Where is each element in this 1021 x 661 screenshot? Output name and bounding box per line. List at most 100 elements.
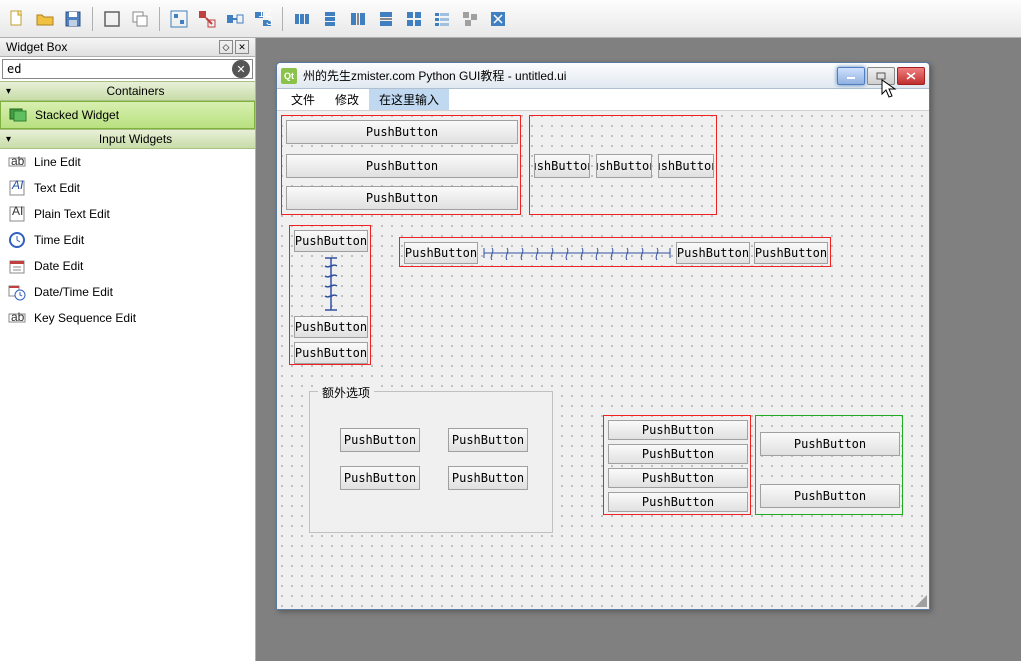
designer-canvas: Qt 州的先生zmister.com Python GUI教程 - untitl… bbox=[256, 38, 1021, 661]
push-button[interactable]: PushButton bbox=[760, 432, 900, 456]
time-icon bbox=[8, 231, 26, 249]
push-button[interactable]: PushButton bbox=[286, 154, 518, 178]
widget-box-title: Widget Box ◇ ✕ bbox=[0, 38, 255, 57]
menubar: 文件 修改 在这里输入 bbox=[277, 89, 929, 111]
widget-item-label: Time Edit bbox=[34, 233, 84, 247]
push-button[interactable]: PushButton bbox=[448, 428, 528, 452]
push-button[interactable]: PushButton bbox=[404, 242, 478, 264]
widget-box-panel: Widget Box ◇ ✕ ✕ ▾ Containers Stacked Widg… bbox=[0, 38, 256, 661]
svg-text:AI: AI bbox=[12, 205, 23, 218]
push-button[interactable]: PushButton bbox=[760, 484, 900, 508]
vertical-spacer[interactable] bbox=[322, 256, 340, 312]
break-layout-button[interactable] bbox=[457, 6, 483, 32]
group-box[interactable]: 额外选项 PushButton PushButton PushButton Pu… bbox=[309, 391, 553, 533]
window-titlebar: Qt 州的先生zmister.com Python GUI教程 - untitl… bbox=[277, 63, 929, 89]
push-button[interactable]: PushButton bbox=[294, 342, 368, 364]
widget-item-label: Stacked Widget bbox=[35, 108, 119, 122]
date-icon bbox=[8, 257, 26, 275]
push-button[interactable]: PushButton bbox=[294, 316, 368, 338]
clear-search-icon[interactable]: ✕ bbox=[232, 60, 250, 78]
push-button[interactable]: PushButton bbox=[448, 466, 528, 490]
groupbox-title: 额外选项 bbox=[318, 384, 374, 401]
hlayout-middle[interactable]: PushButton PushButton PushButton bbox=[399, 237, 831, 267]
push-button[interactable]: ushButton bbox=[596, 154, 652, 178]
vlayout-top-left[interactable]: PushButton PushButton PushButton bbox=[281, 115, 521, 215]
push-button[interactable]: PushButton bbox=[608, 468, 748, 488]
push-button[interactable]: PushButton bbox=[676, 242, 750, 264]
vlayout-bottom-right[interactable]: PushButton PushButton PushButton PushBut… bbox=[603, 415, 751, 515]
adjust-size-button[interactable] bbox=[485, 6, 511, 32]
widget-item-lineedit[interactable]: ab Line Edit bbox=[0, 149, 255, 175]
dock-float-button[interactable]: ◇ bbox=[219, 40, 233, 54]
widget-item-label: Key Sequence Edit bbox=[34, 311, 136, 325]
svg-text:ab: ab bbox=[11, 154, 25, 168]
push-button[interactable]: PushButton bbox=[608, 420, 748, 440]
widget-item-datetime[interactable]: Date/Time Edit bbox=[0, 279, 255, 305]
category-label: Containers bbox=[22, 84, 249, 98]
menu-file[interactable]: 文件 bbox=[281, 89, 325, 110]
push-button[interactable]: PushButton bbox=[294, 230, 368, 252]
new-file-button[interactable] bbox=[4, 6, 30, 32]
open-file-button[interactable] bbox=[32, 6, 58, 32]
qt-app-icon: Qt bbox=[281, 68, 297, 84]
save-button[interactable] bbox=[60, 6, 86, 32]
push-button[interactable]: PushButton bbox=[608, 444, 748, 464]
window-maximize-button[interactable] bbox=[867, 67, 895, 85]
layout-horiz-splitter-button[interactable] bbox=[345, 6, 371, 32]
widget-item-label: Plain Text Edit bbox=[34, 207, 110, 221]
edit-widgets-button[interactable] bbox=[166, 6, 192, 32]
push-button[interactable]: PushButton bbox=[286, 186, 518, 210]
horizontal-spacer[interactable] bbox=[482, 244, 672, 262]
resize-grip-icon[interactable] bbox=[913, 593, 927, 607]
lineedit-icon: ab bbox=[8, 153, 26, 171]
widget-item-label: Text Edit bbox=[34, 181, 80, 195]
keyseq-icon: ab bbox=[8, 309, 26, 327]
fullscreen-button[interactable] bbox=[99, 6, 125, 32]
category-label: Input Widgets bbox=[22, 132, 249, 146]
push-button[interactable]: PushButton bbox=[286, 120, 518, 144]
layout-vert-splitter-button[interactable] bbox=[373, 6, 399, 32]
edit-tab-order-button[interactable]: 123 bbox=[250, 6, 276, 32]
push-button[interactable]: PushButton bbox=[340, 428, 420, 452]
svg-text:AI: AI bbox=[11, 179, 24, 192]
layout-grid-button[interactable] bbox=[401, 6, 427, 32]
push-button[interactable]: ushButton bbox=[658, 154, 714, 178]
edit-buddies-button[interactable] bbox=[222, 6, 248, 32]
push-button[interactable]: PushButton bbox=[340, 466, 420, 490]
widget-item-label: Line Edit bbox=[34, 155, 81, 169]
layout-form-button[interactable] bbox=[429, 6, 455, 32]
widget-item-stacked[interactable]: Stacked Widget bbox=[0, 101, 255, 129]
menu-edit[interactable]: 修改 bbox=[325, 89, 369, 110]
push-button[interactable]: PushButton bbox=[754, 242, 828, 264]
form-body[interactable]: PushButton PushButton PushButton ushButt… bbox=[277, 111, 929, 609]
menu-type-here[interactable]: 在这里输入 bbox=[369, 89, 449, 110]
widget-category-header[interactable]: ▾ Input Widgets bbox=[0, 129, 255, 149]
widget-item-time[interactable]: Time Edit bbox=[0, 227, 255, 253]
copy-button[interactable] bbox=[127, 6, 153, 32]
window-close-button[interactable] bbox=[897, 67, 925, 85]
widget-category-header[interactable]: ▾ Containers bbox=[0, 81, 255, 101]
widget-item-date[interactable]: Date Edit bbox=[0, 253, 255, 279]
push-button[interactable]: ushButton bbox=[534, 154, 590, 178]
svg-text:3: 3 bbox=[266, 14, 273, 28]
formlayout-bottom-right[interactable]: PushButton PushButton bbox=[755, 415, 903, 515]
widget-item-plaintext[interactable]: AI Plain Text Edit bbox=[0, 201, 255, 227]
dock-close-button[interactable]: ✕ bbox=[235, 40, 249, 54]
layout-vert-button[interactable] bbox=[317, 6, 343, 32]
chevron-down-icon: ▾ bbox=[6, 86, 18, 97]
widget-box-title-label: Widget Box bbox=[6, 40, 217, 54]
main-toolbar: 123 bbox=[0, 0, 1021, 38]
widget-search: ✕ bbox=[2, 59, 253, 79]
push-button[interactable]: PushButton bbox=[608, 492, 748, 512]
widget-search-input[interactable] bbox=[3, 60, 232, 78]
window-minimize-button[interactable] bbox=[837, 67, 865, 85]
widget-item-label: Date Edit bbox=[34, 259, 83, 273]
edit-signals-button[interactable] bbox=[194, 6, 220, 32]
chevron-down-icon: ▾ bbox=[6, 134, 18, 145]
widget-item-textedit[interactable]: AI Text Edit bbox=[0, 175, 255, 201]
layout-horiz-button[interactable] bbox=[289, 6, 315, 32]
form-window: Qt 州的先生zmister.com Python GUI教程 - untitl… bbox=[276, 62, 930, 610]
widget-item-keyseq[interactable]: ab Key Sequence Edit bbox=[0, 305, 255, 331]
hlayout-top-right[interactable]: ushButton ushButton ushButton bbox=[529, 115, 717, 215]
vlayout-left-column[interactable]: PushButton PushButton PushButton bbox=[289, 225, 371, 365]
